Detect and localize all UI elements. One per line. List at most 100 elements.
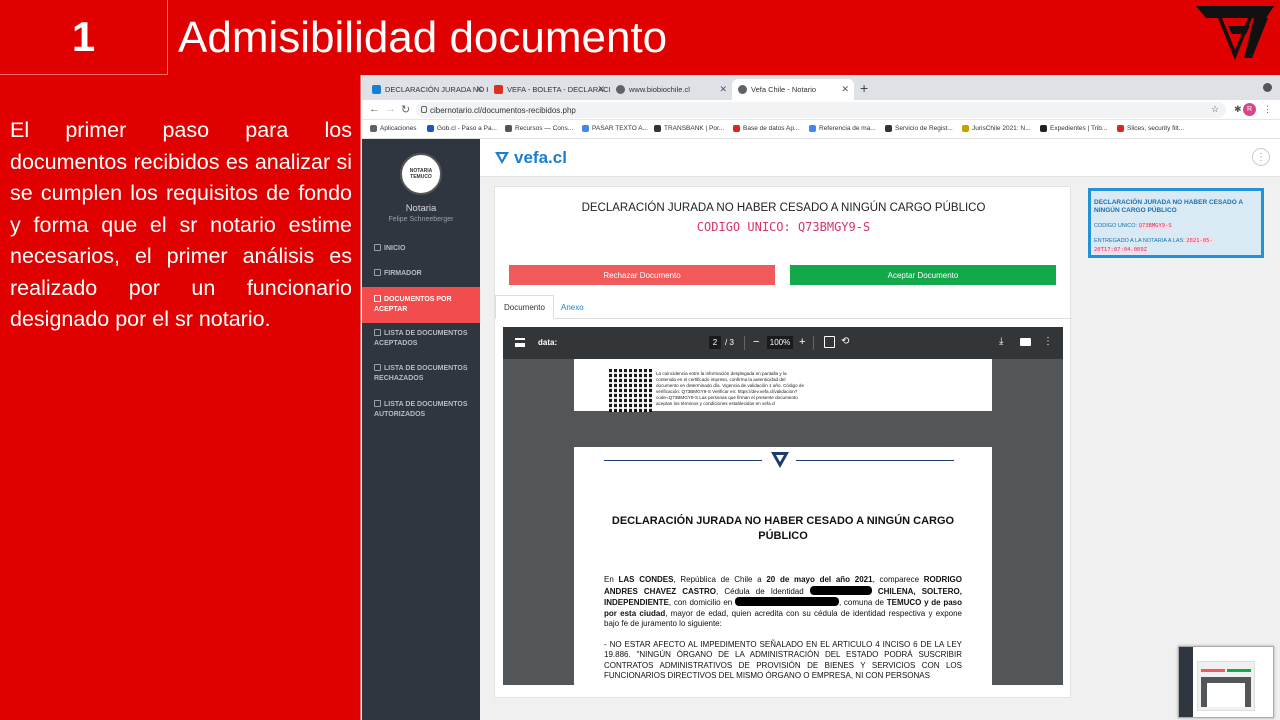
bookmark-item[interactable]: Slices, security filt... [1117, 125, 1184, 132]
bookmark-item[interactable]: JurisChile 2021: N... [962, 125, 1031, 132]
paragraph-2: - NO ESTAR AFECTO AL IMPEDIMENTO SEÑALAD… [604, 639, 962, 681]
sidebar-item-documentos-por-aceptar[interactable]: DOCUMENTOS POR ACEPTAR [362, 287, 480, 323]
sidebar-user-name: Felipe Schneeberger [388, 216, 454, 223]
court-icon [1040, 125, 1047, 132]
gmail-icon [494, 85, 503, 94]
pdf-page-1: La coincidencia entre la información des… [574, 359, 992, 412]
page-rule [796, 460, 954, 461]
browser-tab-2[interactable]: VEFA - BOLETA - DECLARACIÓ ✕ [488, 79, 610, 100]
tab-bar: DECLARACIÓN JURADA NO HA ✕ VEFA - BOLETA… [362, 75, 1280, 100]
app-brand[interactable]: vefa.cl [494, 148, 567, 168]
bookmarks-bar: Aplicaciones Gob.cl - Paso a Pa... Recur… [362, 120, 1280, 139]
close-icon[interactable]: ✕ [719, 84, 727, 95]
home-icon [374, 244, 381, 251]
sidebar-item-inicio[interactable]: INICIO [362, 242, 480, 256]
thumbnail-sidebar [1179, 647, 1193, 717]
lock-icon [421, 106, 427, 113]
bookmark-item[interactable]: Servicio de Regist... [885, 125, 953, 132]
toolbar-divider [744, 336, 745, 350]
extensions-icon[interactable]: ✱ [1234, 104, 1242, 115]
browser-tab-4[interactable]: Vefa Chile - Notario ✕ [732, 79, 854, 100]
bookmark-item[interactable]: PASAR TEXTO A... [582, 125, 648, 132]
presentation-slide: 1 Admisibilidad documento El primer paso… [0, 0, 1280, 720]
zoom-input[interactable]: 100% [767, 336, 793, 349]
reject-document-button[interactable]: Rechazar Documento [509, 265, 775, 285]
bookmark-item[interactable]: Gob.cl - Paso a Pa... [427, 125, 497, 132]
sidebar-item-aceptados[interactable]: LISTA DE DOCUMENTOS ACEPTADOS [362, 329, 480, 353]
star-icon[interactable]: ☆ [1211, 104, 1219, 115]
address-bar: ← → ↻ cibernotario.cl/documentos-recibid… [362, 100, 1280, 120]
globe-icon [738, 85, 747, 94]
edit-icon [374, 269, 381, 276]
print-icon[interactable] [1020, 338, 1031, 346]
summary-code: Q73BMGY9-S [1138, 223, 1172, 229]
url-input[interactable]: cibernotario.cl/documentos-recibidos.php [416, 102, 1226, 118]
fit-page-icon[interactable] [824, 336, 835, 348]
edit-icon [374, 400, 381, 407]
pdf-toolbar: data: 2 / 3 − 100% + ⟲ ⤓ ⋮ [503, 327, 1063, 359]
new-tab-button[interactable]: + [860, 80, 868, 96]
rotate-icon[interactable]: ⟲ [841, 336, 849, 347]
pdf-viewer: data: 2 / 3 − 100% + ⟲ ⤓ ⋮ La coincidenc… [503, 327, 1063, 685]
document-title: DECLARACIÓN JURADA NO HABER CESADO A NIN… [581, 202, 986, 214]
reload-icon[interactable]: ↻ [401, 103, 410, 116]
sidebar-item-rechazados[interactable]: LISTA DE DOCUMENTOS RECHAZADOS [362, 364, 480, 388]
zoom-out-icon[interactable]: − [753, 336, 759, 348]
options-icon[interactable]: ⋮ [1252, 148, 1270, 166]
sidebar-item-firmador[interactable]: FIRMADOR [362, 267, 480, 281]
pdf-page-2: DECLARACIÓN JURADA NO HABER CESADO A NIN… [574, 447, 992, 685]
bookmark-item[interactable]: Recursos — Cons... [505, 125, 573, 132]
pdf-file-name: data: [538, 338, 558, 347]
avatar[interactable]: R [1243, 103, 1256, 116]
description-text: El primer paso para los documentos recib… [10, 118, 352, 331]
zoom-in-icon[interactable]: + [799, 336, 805, 348]
browser-tab-3[interactable]: www.biobiochile.cl ✕ [610, 79, 732, 100]
accept-document-button[interactable]: Aceptar Documento [790, 265, 1056, 285]
bookmark-item[interactable]: Referencia de ma... [809, 125, 876, 132]
screen-thumbnail [1178, 646, 1274, 718]
vefa-icon [771, 452, 789, 468]
close-icon[interactable]: ✕ [597, 84, 605, 95]
bookmark-item[interactable]: Expedientes | Trib... [1040, 125, 1107, 132]
redaction [809, 585, 872, 595]
close-icon[interactable]: ✕ [475, 84, 483, 95]
menu-icon[interactable] [515, 338, 525, 347]
back-icon[interactable]: ← [369, 103, 380, 115]
bookmark-item[interactable]: TRANSBANK | Por... [654, 125, 724, 132]
app-area: NOTARIA TEMUCO Notaria Felipe Schneeberg… [362, 139, 1280, 720]
tab-label: DECLARACIÓN JURADA NO HA [385, 85, 488, 94]
tab-label: www.biobiochile.cl [629, 85, 690, 94]
slide-number: 1 [0, 0, 168, 75]
youtube-icon [1117, 125, 1124, 132]
google-icon [582, 125, 589, 132]
sidebar-item-autorizados[interactable]: LISTA DE DOCUMENTOS AUTORIZADOS [362, 400, 480, 424]
globe-icon [885, 125, 892, 132]
document-code: CODIGO UNICO: Q73BMGY9-S [696, 220, 871, 234]
bookmark-item[interactable]: Base de datos Ap... [733, 125, 799, 132]
sidebar: NOTARIA TEMUCO Notaria Felipe Schneeberg… [362, 139, 480, 720]
verification-text: La coincidencia entre la información des… [656, 371, 805, 406]
youtube-icon [733, 125, 740, 132]
tab-label: Vefa Chile - Notario [751, 85, 817, 94]
summary-title: DECLARACIÓN JURADA NO HABER CESADO A NIN… [1094, 199, 1243, 214]
qr-code [609, 369, 652, 412]
page-total: / 3 [725, 338, 734, 347]
description-panel: El primer paso para los documentos recib… [0, 75, 361, 720]
more-options-icon[interactable]: ⋮ [1043, 336, 1053, 347]
document-icon [374, 295, 381, 302]
browser-tab-1[interactable]: DECLARACIÓN JURADA NO HA ✕ [366, 79, 488, 100]
page-body: En LAS CONDES, República de Chile a 20 d… [604, 575, 962, 682]
menu-dots-icon[interactable]: ⋮ [1263, 104, 1272, 115]
tab-search-icon[interactable] [1263, 83, 1272, 92]
page-number-input[interactable]: 2 [709, 336, 721, 349]
document-summary-card[interactable]: DECLARACIÓN JURADA NO HABER CESADO A NIN… [1088, 188, 1264, 258]
close-icon[interactable]: ✕ [841, 84, 849, 95]
bookmark-apps[interactable]: Aplicaciones [370, 125, 417, 132]
summary-delivered-line: ENTREGADO A LA NOTARIA A LAS: 2021-05-20… [1094, 238, 1213, 253]
globe-icon [505, 125, 512, 132]
download-icon[interactable]: ⤓ [999, 336, 1003, 347]
forward-icon[interactable]: → [385, 103, 396, 115]
jurischile-icon [962, 125, 969, 132]
tab-anexo[interactable]: Anexo [553, 295, 592, 319]
tab-documento[interactable]: Documento [495, 295, 554, 319]
